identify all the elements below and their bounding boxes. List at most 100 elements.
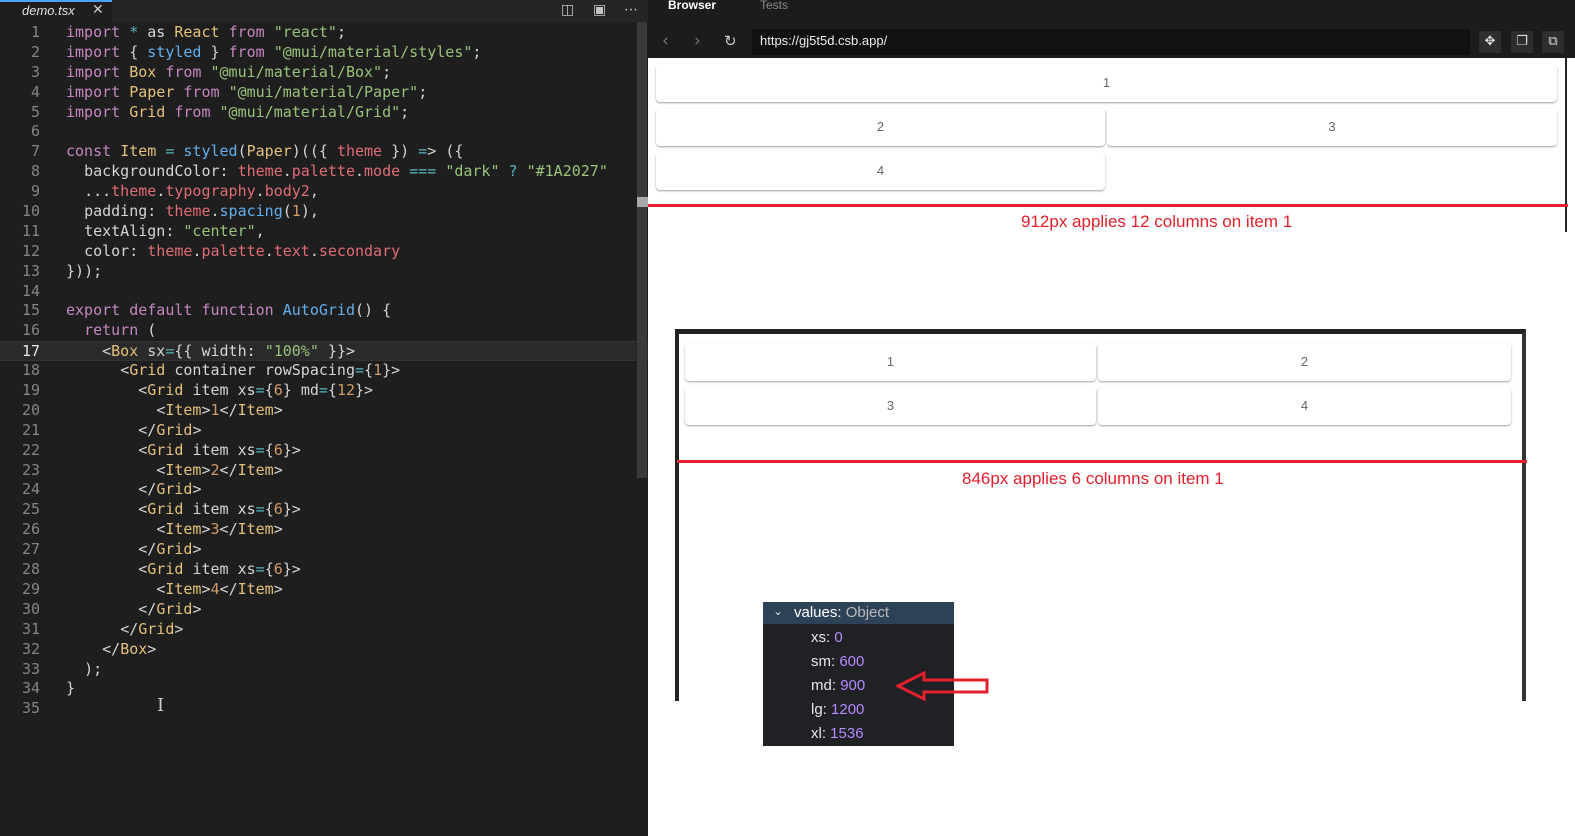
line-number: 31 (21, 619, 40, 638)
code-line[interactable]: 11 textAlign: "center", (0, 222, 648, 242)
code-line[interactable]: 9 ...theme.typography.body2, (0, 182, 648, 202)
grid-item-2: 2 (1098, 343, 1511, 381)
close-icon[interactable]: ✕ (92, 2, 104, 18)
code-line-text: </Grid> (120, 619, 184, 638)
line-number: 18 (21, 361, 40, 380)
line-number: 13 (21, 261, 40, 280)
code-line[interactable]: 23 <Item>2</Item> (0, 461, 648, 481)
editor-tab-demo[interactable]: demo.tsx ✕ (0, 0, 112, 22)
code-line-text: <Grid item xs={6}> (138, 440, 301, 459)
code-line[interactable]: 15 export default function AutoGrid() { (0, 301, 648, 321)
code-line-text: })); (66, 261, 103, 280)
devtools-icon[interactable]: ✥ (1479, 31, 1501, 53)
code-line[interactable]: 12 color: theme.palette.text.secondary (0, 242, 648, 262)
open-preview-icon[interactable]: ▣ (593, 2, 606, 18)
line-number: 30 (21, 599, 40, 618)
browser-url-bar: ‹ › ↻ https://gj5t5d.csb.app/ ✥ ❐ ⧉ (648, 28, 1575, 58)
code-line-text: padding: theme.spacing(1), (84, 202, 319, 221)
tab-browser[interactable]: Browser (668, 0, 716, 12)
code-line[interactable]: 22 <Grid item xs={6}> (0, 441, 648, 461)
grid-item-3: 3 (1107, 108, 1557, 146)
code-line[interactable]: 31 </Grid> (0, 620, 648, 640)
object-type: Object (845, 604, 890, 621)
breakpoint-sm: sm: 600 (811, 653, 864, 670)
line-number: 16 (21, 321, 40, 340)
code-line-text: <Item>1</Item> (156, 400, 283, 419)
tab-tests[interactable]: Tests (760, 0, 788, 12)
code-line-text: <Grid item xs={6}> (138, 560, 301, 579)
annotation-line-846 (677, 460, 1527, 463)
code-line[interactable]: 17 <Box sx={{ width: "100%" }}> (0, 341, 648, 362)
code-line-text: return ( (84, 321, 157, 340)
code-line-text: backgroundColor: theme.palette.mode === … (84, 162, 608, 181)
code-line-text: import Box from "@mui/material/Box"; (66, 62, 392, 81)
breakpoint-xl: xl: 1536 (811, 725, 864, 742)
line-number: 21 (21, 420, 40, 439)
back-arrow-icon[interactable]: ‹ (662, 31, 669, 51)
code-line[interactable]: 6 (0, 122, 648, 142)
breakpoint-value: 900 (840, 677, 866, 694)
code-line[interactable]: 5 import Grid from "@mui/material/Grid"; (0, 103, 648, 123)
code-line[interactable]: 35 (0, 699, 648, 719)
breakpoint-key: md: (811, 677, 837, 694)
code-line[interactable]: 4 import Paper from "@mui/material/Paper"… (0, 83, 648, 103)
scrollbar-thumb[interactable] (637, 197, 648, 207)
code-line[interactable]: 8 backgroundColor: theme.palette.mode ==… (0, 162, 648, 182)
more-actions-icon[interactable]: ⋯ (624, 2, 638, 18)
code-line[interactable]: 28 <Grid item xs={6}> (0, 560, 648, 580)
editor-scrollbar[interactable] (637, 22, 647, 478)
code-line[interactable]: 19 <Grid item xs={6} md={12}> (0, 381, 648, 401)
code-line[interactable]: 25 <Grid item xs={6}> (0, 500, 648, 520)
code-line-text: export default function AutoGrid() { (66, 301, 392, 320)
annotation-line-912 (648, 204, 1568, 207)
code-line[interactable]: 24 </Grid> (0, 480, 648, 500)
code-line[interactable]: 34} (0, 679, 648, 699)
code-line[interactable]: 20 <Item>1</Item> (0, 401, 648, 421)
code-line[interactable]: 3 import Box from "@mui/material/Box"; (0, 63, 648, 83)
code-line[interactable]: 2 import { styled } from "@mui/material/s… (0, 43, 648, 63)
code-line-text: import * as React from "react"; (66, 23, 346, 41)
code-line[interactable]: 13})); (0, 262, 648, 282)
code-area[interactable]: 1 import * as React from "react"; 2 import … (0, 23, 648, 719)
code-line-text: </Grid> (138, 599, 202, 618)
code-line[interactable]: 16 return ( (0, 321, 648, 341)
code-line[interactable]: 29 <Item>4</Item> (0, 580, 648, 600)
open-new-window-icon[interactable]: ⧉ (1542, 31, 1564, 53)
code-line[interactable]: 10 padding: theme.spacing(1), (0, 202, 648, 222)
code-line[interactable]: 21 </Grid> (0, 421, 648, 441)
url-input[interactable]: https://gj5t5d.csb.app/ (752, 29, 1470, 55)
copy-icon[interactable]: ❐ (1511, 31, 1533, 53)
code-line[interactable]: 18 <Grid container rowSpacing={1}> (0, 361, 648, 381)
forward-arrow-icon[interactable]: › (694, 31, 701, 51)
line-number: 12 (21, 241, 40, 260)
grid-item-1: 1 (656, 64, 1557, 102)
editor-tab-bar: demo.tsx ✕ ◫ ▣ ⋯ (0, 0, 648, 22)
line-number: 9 (30, 182, 40, 201)
line-number: 34 (21, 679, 40, 698)
code-editor[interactable]: demo.tsx ✕ ◫ ▣ ⋯ 1 import * as React from… (0, 0, 648, 836)
code-line-text: import Grid from "@mui/material/Grid"; (66, 102, 410, 121)
code-line[interactable]: 14 (0, 282, 648, 302)
line-number: 33 (21, 659, 40, 678)
grid-item-1: 1 (685, 343, 1096, 381)
grid-item-4: 4 (1098, 387, 1511, 425)
breakpoint-md: md: 900 (811, 677, 865, 694)
chevron-down-icon[interactable]: ⌄ (773, 604, 783, 618)
line-number: 25 (21, 500, 40, 519)
code-line[interactable]: 30 </Grid> (0, 600, 648, 620)
code-line[interactable]: 26 <Item>3</Item> (0, 520, 648, 540)
object-header[interactable]: ⌄ values: Object (763, 602, 954, 624)
code-line-text: <Item>3</Item> (156, 520, 283, 539)
split-editor-icon[interactable]: ◫ (561, 2, 574, 18)
grid-item-2: 2 (656, 108, 1105, 146)
code-line[interactable]: 1 import * as React from "react"; (0, 23, 648, 43)
code-line[interactable]: 7 const Item = styled(Paper)(({ theme }) … (0, 142, 648, 162)
code-line[interactable]: 32 </Box> (0, 640, 648, 660)
code-line[interactable]: 27 </Grid> (0, 540, 648, 560)
reload-icon[interactable]: ↻ (724, 32, 737, 50)
code-line-text: color: theme.palette.text.secondary (84, 241, 401, 260)
code-line[interactable]: 33 ); (0, 660, 648, 680)
breakpoint-lg: lg: 1200 (811, 701, 864, 718)
code-line-text: </Grid> (138, 540, 202, 559)
code-line-text: <Item>4</Item> (156, 579, 283, 598)
